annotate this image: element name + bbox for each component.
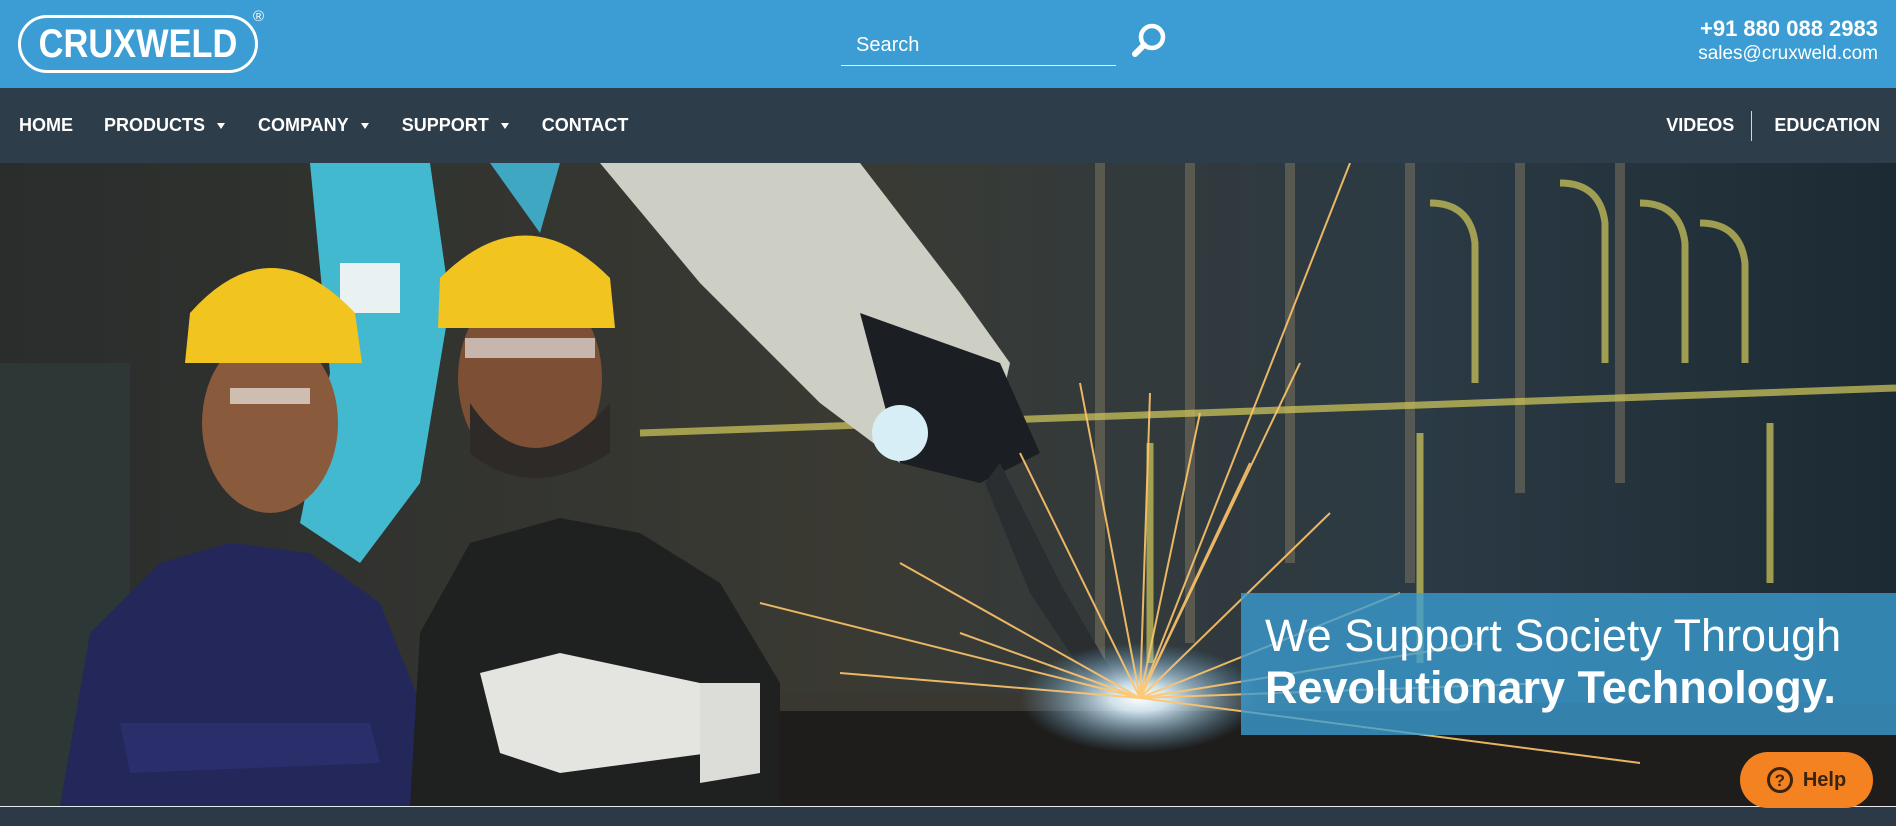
nav-item-contact[interactable]: CONTACT [542,115,629,136]
nav-item-education[interactable]: EDUCATION [1774,115,1880,136]
contact-info: +91 880 088 2983 sales@cruxweld.com [1698,16,1878,66]
hero-banner: We Support Society Through Revolutionary… [0,163,1896,806]
search-icon [1132,23,1166,57]
nav-label-contact: CONTACT [541,115,629,135]
nav-item-company[interactable]: COMPANY [258,115,369,136]
search-button[interactable] [1126,20,1170,60]
caret-down-icon [217,122,226,129]
nav-right-group: VIDEOS EDUCATION [1666,88,1880,163]
question-icon: ? [1766,767,1793,793]
cruxweld-logo[interactable]: CRUXWELD [18,13,258,75]
main-navigation: HOME PRODUCTS COMPANY SUPPORT CONTACT VI… [0,88,1896,163]
nav-item-home[interactable]: HOME [19,115,73,136]
nav-label-home: HOME [19,115,73,135]
registered-mark: ® [253,8,265,25]
top-header: CRUXWELD ® +91 880 088 2983 sales@cruxwe… [0,0,1896,88]
nav-divider [1751,110,1753,141]
help-button[interactable]: ? Help [1740,752,1873,808]
caret-down-icon [360,122,369,129]
hero-caption-line1: We Support Society Through [1265,610,1842,661]
help-label: Help [1802,768,1847,791]
search-input[interactable] [841,24,1116,66]
caret-down-icon [500,122,509,129]
nav-left-group: HOME PRODUCTS COMPANY SUPPORT CONTACT [19,88,628,163]
nav-item-products[interactable]: PRODUCTS [104,115,226,136]
logo-text: CRUXWELD [38,22,238,66]
nav-label-company: COMPANY [258,115,349,135]
phone-number[interactable]: +91 880 088 2983 [1698,16,1878,42]
nav-label-support: SUPPORT [401,115,489,135]
nav-label-products: PRODUCTS [104,115,206,135]
hero-caption-box: We Support Society Through Revolutionary… [1241,593,1896,735]
email-link[interactable]: sales@cruxweld.com [1698,42,1878,66]
section-divider-strip [0,806,1896,826]
search-box [841,24,1116,66]
nav-item-support[interactable]: SUPPORT [402,115,509,136]
nav-item-videos[interactable]: VIDEOS [1666,115,1734,136]
hero-caption-line2: Revolutionary Technology. [1265,662,1836,713]
